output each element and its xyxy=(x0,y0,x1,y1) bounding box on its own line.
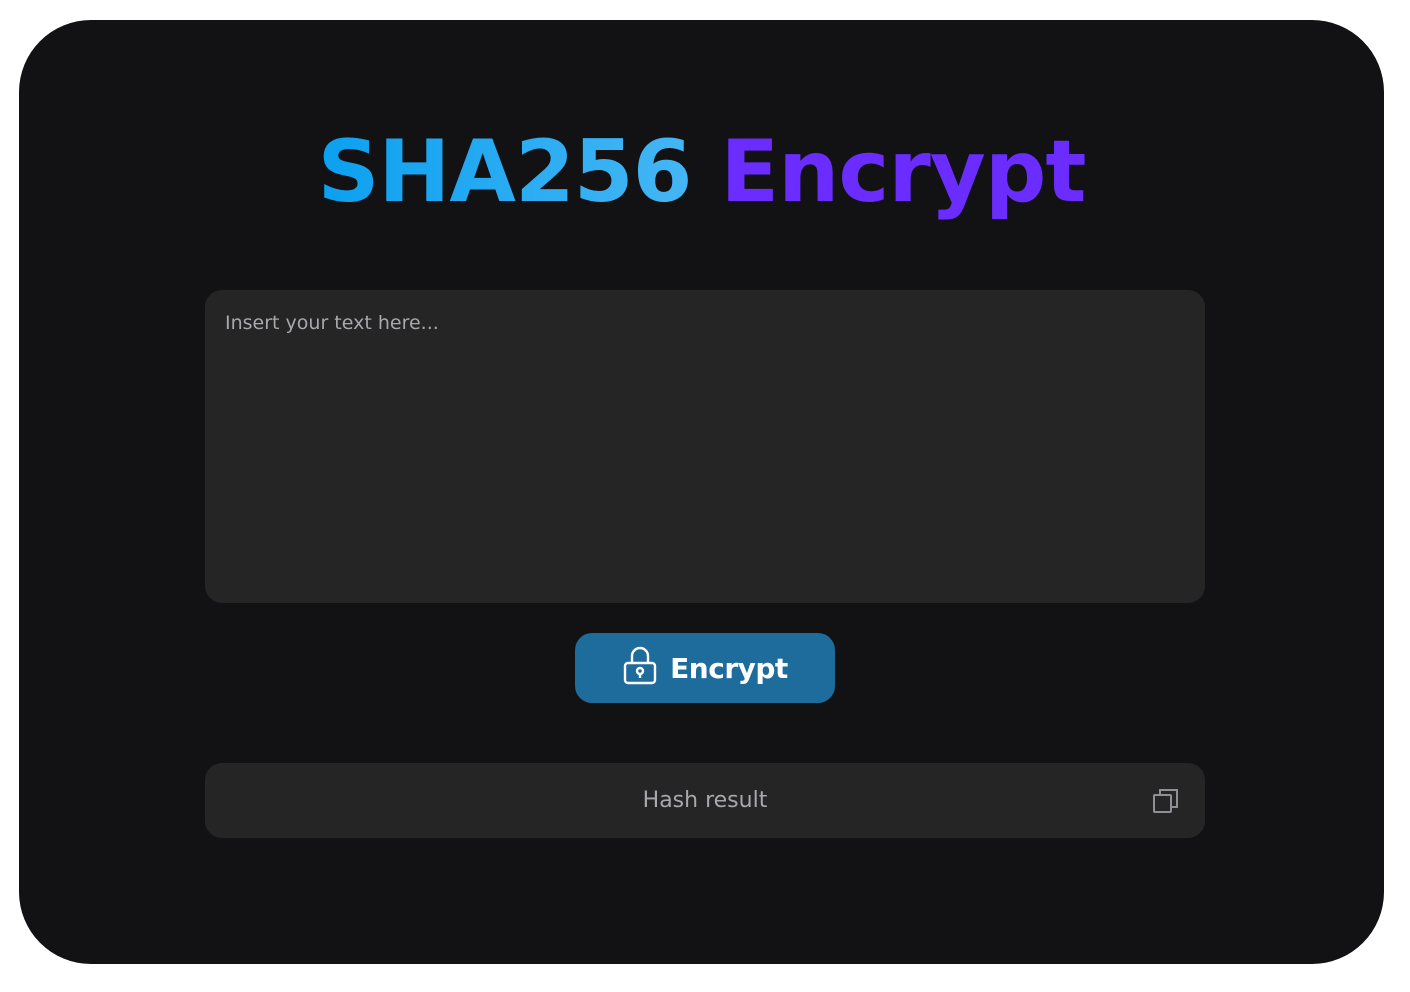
encrypt-button[interactable]: Encrypt xyxy=(575,633,835,703)
title-sha256: SHA256 xyxy=(317,122,692,222)
encrypt-button-label: Encrypt xyxy=(670,651,788,685)
text-input[interactable] xyxy=(205,290,1205,603)
lock-icon xyxy=(623,646,657,685)
page-title: SHA256 Encrypt xyxy=(19,124,1384,220)
hash-result-text: Hash result xyxy=(642,788,768,813)
app-card: SHA256 Encrypt Encrypt Hash result xyxy=(19,20,1384,964)
hash-result-box[interactable]: Hash result xyxy=(205,763,1205,838)
title-encrypt: Encrypt xyxy=(720,122,1086,222)
copy-icon[interactable] xyxy=(1151,786,1181,816)
